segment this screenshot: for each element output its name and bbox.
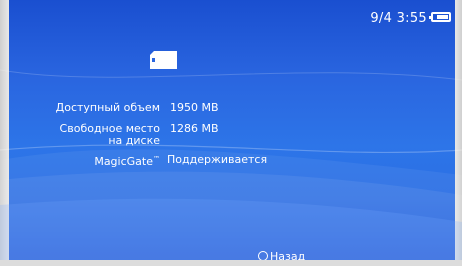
info-label: MagicGate [94,155,153,168]
screen-bezel-bottom [0,260,462,266]
info-label-line2: на диске [108,134,160,147]
info-value: 1950 MB [170,101,219,114]
memory-card-icon [150,51,177,69]
trademark-mark: ™ [153,155,160,163]
info-label: Доступный объем [55,101,160,114]
clock: 9/4 3:55 [370,11,427,26]
battery-icon [429,12,451,22]
info-value: 1286 MB [170,122,219,135]
info-value: Поддерживается [167,153,268,166]
